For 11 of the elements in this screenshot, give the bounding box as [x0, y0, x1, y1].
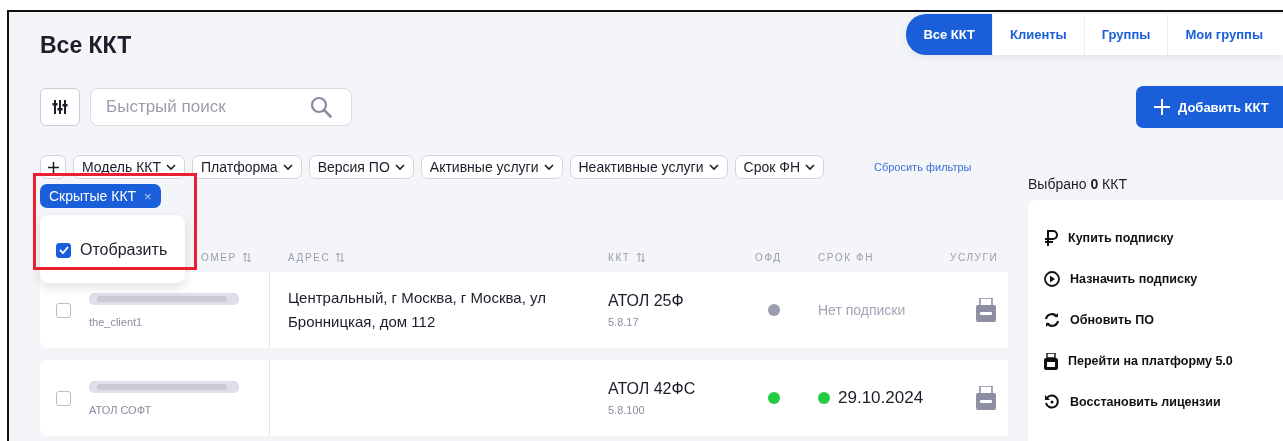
- client-name: the_client1: [89, 315, 144, 328]
- page-title: Все ККТ: [40, 32, 132, 58]
- firmware-version: 5.8.17: [608, 316, 639, 328]
- fn-date: 29.10.2024: [838, 388, 924, 408]
- kkt-model: АТОЛ 42ФС: [608, 380, 696, 398]
- selection-count: Выбрано 0 ККТ: [1028, 175, 1127, 194]
- firmware-version: 5.8.100: [608, 404, 645, 416]
- kkt-model: АТОЛ 25Ф: [608, 292, 684, 310]
- address-text: Центральный, г Москва, г Москва, ул Бронницкая, дом 112: [288, 288, 547, 332]
- fn-status: Нет подписки: [818, 302, 906, 318]
- client-name: АТОЛ СОФТ: [89, 403, 153, 416]
